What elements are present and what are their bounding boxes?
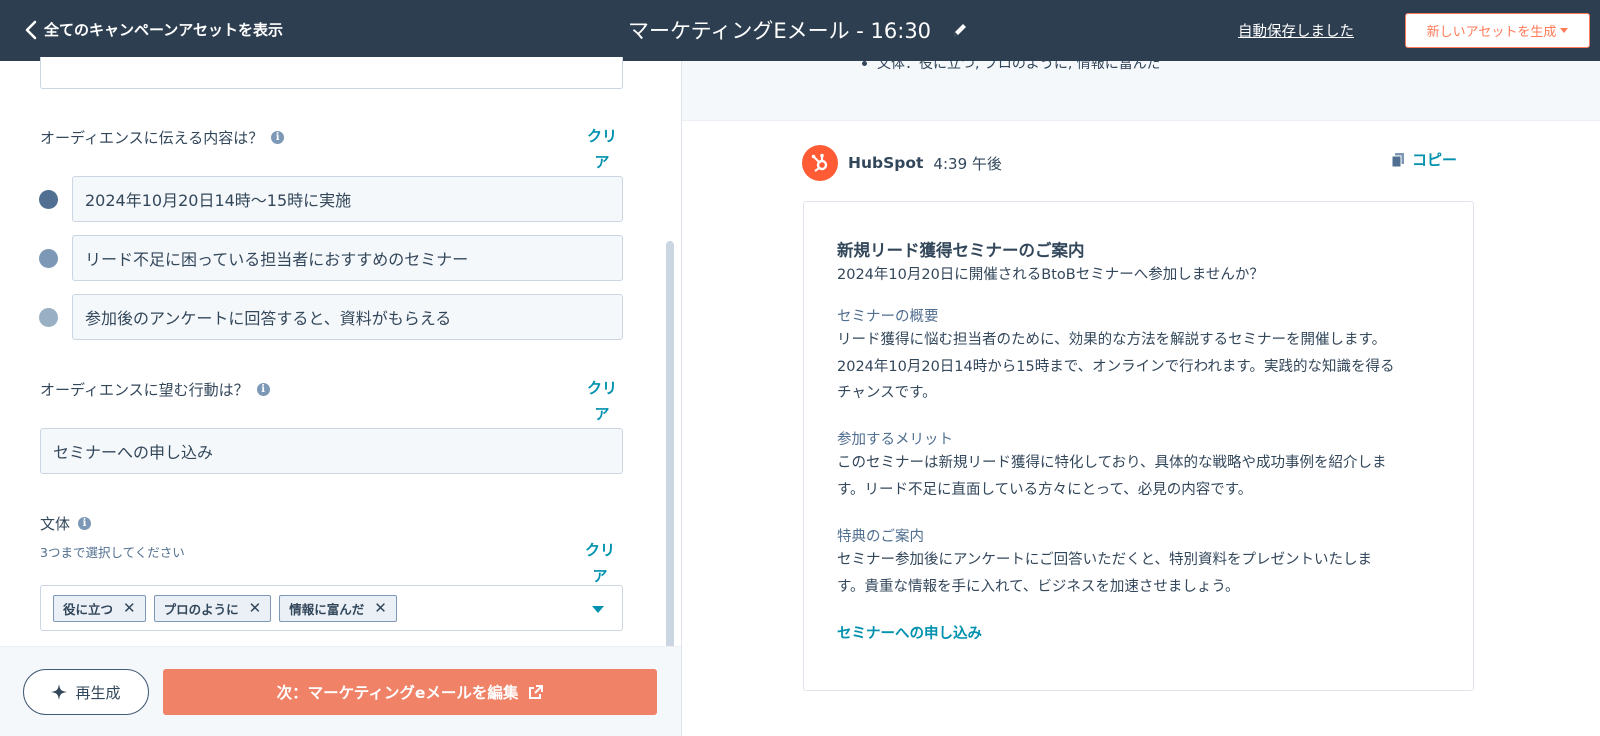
pencil-icon[interactable] bbox=[951, 21, 969, 39]
tone-tag-label: プロのように bbox=[163, 601, 239, 617]
tone-tag: プロのように ✕ bbox=[153, 594, 272, 622]
section-line: リード獲得に悩む担当者のために、効果的な方法を解説するセミナーを開催します。 bbox=[837, 332, 1387, 348]
audience-action-label: オーディエンスに望む行動は？ i bbox=[40, 379, 270, 400]
tone-tag: 情報に富んだ ✕ bbox=[279, 594, 397, 622]
message-item-input-3[interactable]: 参加後のアンケートに回答すると、資料がもらえる bbox=[72, 294, 623, 340]
sparkle-icon bbox=[51, 684, 68, 700]
section-line: 2024年10月20日14時から15時まで、オンラインで行われます。実践的な知識… bbox=[837, 358, 1395, 375]
tone-hint: 3つまで選択してください bbox=[40, 545, 185, 560]
form-footer: 再生成 次：マーケティングeメールを編集 bbox=[0, 646, 681, 736]
next-edit-email-label: 次：マーケティングeメールを編集 bbox=[276, 684, 519, 702]
message-item-input-2[interactable]: リード不足に困っている担当者におすすめのセミナー bbox=[72, 235, 623, 281]
tone-multiselect[interactable]: 役に立つ ✕ プロのように ✕ 情報に富んだ ✕ bbox=[40, 585, 623, 631]
message-item-bullet-2 bbox=[39, 249, 58, 268]
generate-asset-button[interactable]: 新しいアセットを生成 bbox=[1405, 13, 1590, 48]
section-line: す。リード不足に直面している方々にとって、必見の内容です。 bbox=[837, 481, 1253, 498]
info-icon[interactable]: i bbox=[271, 131, 285, 144]
message-item-input-1[interactable]: 2024年10月20日14時〜15時に実施 bbox=[72, 176, 623, 222]
tone-label: 文体 i bbox=[40, 513, 92, 534]
previous-field[interactable] bbox=[40, 57, 623, 89]
next-edit-email-button[interactable]: 次：マーケティングeメールを編集 bbox=[163, 669, 657, 715]
section-line: す。貴重な情報を手に入れて、ビジネスを加速させましょう。 bbox=[837, 578, 1240, 595]
hubspot-logo-icon bbox=[802, 145, 838, 181]
audience-message-label-text: オーディエンスに伝える内容は？ bbox=[40, 129, 264, 147]
section-heading: セミナーの概要 bbox=[837, 309, 939, 325]
external-link-icon bbox=[529, 684, 544, 699]
tone-clear-button[interactable]: クリア bbox=[580, 537, 620, 589]
tone-tag-label: 役に立つ bbox=[63, 601, 114, 617]
regenerate-button[interactable]: 再生成 bbox=[23, 669, 149, 715]
section-body: このセミナーは新規リード獲得に特化しており、具体的な戦略や成功事例を紹介しま す… bbox=[837, 450, 1437, 503]
section-line: チャンスです。 bbox=[837, 385, 937, 401]
close-icon[interactable]: ✕ bbox=[374, 599, 387, 617]
section-heading: 参加するメリット bbox=[837, 432, 953, 448]
audience-message-label: オーディエンスに伝える内容は？ i bbox=[40, 127, 285, 148]
audience-action-input[interactable]: セミナーへの申し込み bbox=[40, 428, 623, 474]
top-bar: 全てのキャンペーンアセットを表示 マーケティングEメール - 16:30 自動保… bbox=[0, 0, 1600, 61]
email-subtitle: 2024年10月20日に開催されるBtoBセミナーへ参加しませんか？ bbox=[837, 267, 1264, 283]
generate-asset-label: 新しいアセットを生成 bbox=[1426, 25, 1557, 40]
section-line: このセミナーは新規リード獲得に特化しており、具体的な戦略や成功事例を紹介しま bbox=[837, 455, 1387, 471]
audience-action-label-text: オーディエンスに望む行動は？ bbox=[40, 381, 249, 399]
page-title-text: マーケティングEメール - 16:30 bbox=[628, 19, 932, 43]
copy-icon bbox=[1392, 152, 1404, 167]
info-icon[interactable]: i bbox=[256, 383, 270, 396]
generator-form-panel: オーディエンスに伝える内容は？ i クリア 2024年10月20日14時〜15時… bbox=[0, 57, 681, 736]
dropdown-caret-icon[interactable] bbox=[592, 606, 604, 613]
previous-message-line: 文体：役に立つ, プロのように, 情報に富んだ bbox=[862, 61, 1161, 73]
email-preview-card: 新規リード獲得セミナーのご案内 2024年10月20日に開催されるBtoBセミナ… bbox=[803, 201, 1474, 691]
tone-tag-label: 情報に富んだ bbox=[289, 601, 365, 617]
message-header: HubSpot 4:39 午後 bbox=[802, 145, 1002, 181]
bullet-dot bbox=[862, 61, 867, 66]
audience-action-clear-button[interactable]: クリア bbox=[582, 375, 622, 427]
section-body: セミナー参加後にアンケートにご回答いただくと、特別資料をプレゼントいたしま す。… bbox=[837, 547, 1437, 600]
regenerate-label: 再生成 bbox=[75, 683, 121, 702]
message-item-bullet-1 bbox=[39, 190, 58, 209]
copy-label: コピー bbox=[1412, 151, 1458, 169]
tone-tag: 役に立つ ✕ bbox=[53, 594, 146, 622]
message-item-bullet-3 bbox=[39, 308, 58, 327]
previous-message-text: 文体：役に立つ, プロのように, 情報に富んだ bbox=[877, 61, 1161, 72]
message-time: 4:39 午後 bbox=[933, 154, 1002, 173]
sender-name: HubSpot bbox=[848, 154, 924, 172]
email-cta-link[interactable]: セミナーへの申し込み bbox=[837, 622, 982, 643]
audience-message-clear-button[interactable]: クリア bbox=[582, 123, 622, 175]
back-label: 全てのキャンペーンアセットを表示 bbox=[44, 21, 283, 39]
chevron-left-icon bbox=[25, 20, 37, 39]
info-icon[interactable]: i bbox=[78, 517, 92, 530]
close-icon[interactable]: ✕ bbox=[249, 599, 262, 617]
close-icon[interactable]: ✕ bbox=[123, 599, 136, 617]
preview-panel: 文体：役に立つ, プロのように, 情報に富んだ HubSpot 4:39 午後 … bbox=[682, 61, 1600, 736]
section-body: リード獲得に悩む担当者のために、効果的な方法を解説するセミナーを開催します。 2… bbox=[837, 327, 1437, 407]
section-line: セミナー参加後にアンケートにご回答いただくと、特別資料をプレゼントいたしま bbox=[837, 552, 1373, 568]
email-title: 新規リード獲得セミナーのご案内 bbox=[837, 241, 1085, 260]
caret-down-icon bbox=[1560, 28, 1569, 33]
autosave-status[interactable]: 自動保存しました bbox=[1238, 20, 1354, 41]
page-title: マーケティングEメール - 16:30 bbox=[628, 15, 969, 45]
previous-message-strip: 文体：役に立つ, プロのように, 情報に富んだ bbox=[682, 61, 1600, 121]
back-to-assets-link[interactable]: 全てのキャンペーンアセットを表示 bbox=[24, 19, 283, 40]
form-scrollbar[interactable] bbox=[666, 241, 674, 699]
section-heading: 特典のご案内 bbox=[837, 529, 924, 545]
tone-label-text: 文体 bbox=[40, 515, 71, 533]
copy-button[interactable]: コピー bbox=[1392, 149, 1457, 170]
